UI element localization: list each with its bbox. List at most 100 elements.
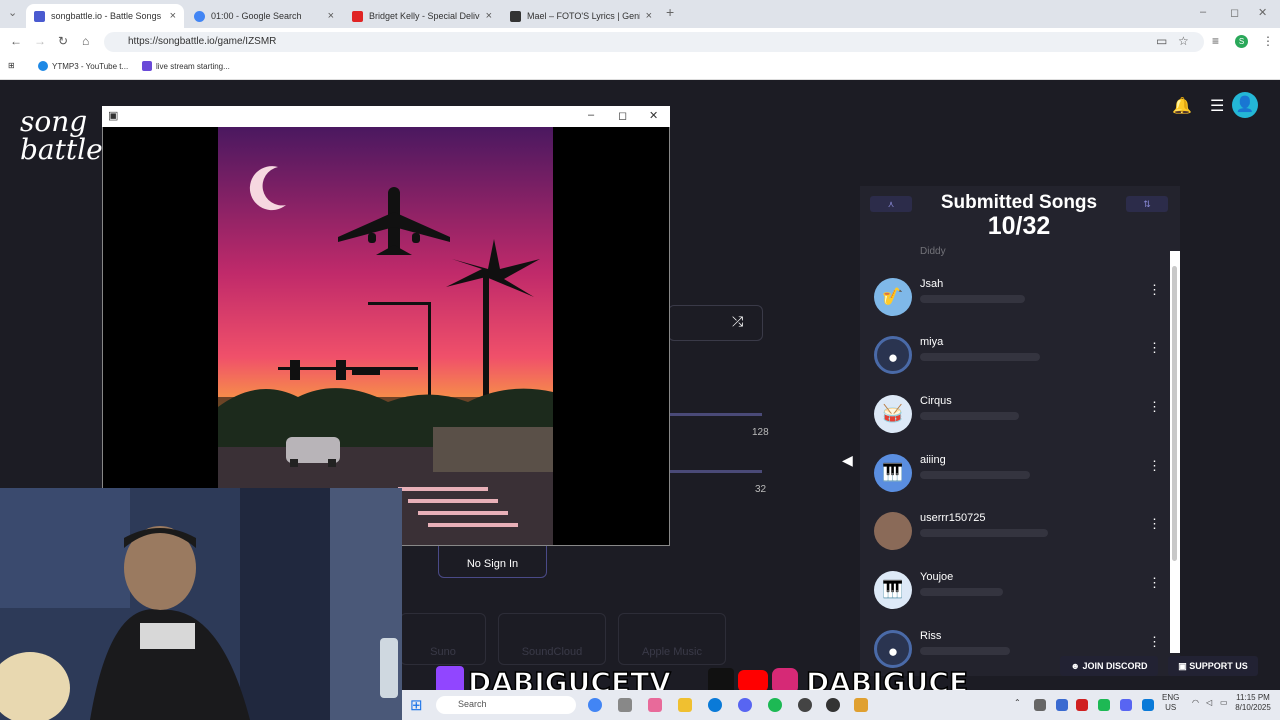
song-row[interactable]: 🎹 Youjoe ⋮ bbox=[872, 571, 1162, 619]
song-row[interactable]: 🎷 Jsah ⋮ bbox=[872, 278, 1162, 326]
more-options-icon[interactable]: ⋮ bbox=[1148, 399, 1161, 415]
bluetooth-icon[interactable] bbox=[1142, 699, 1154, 711]
minimize-window-icon[interactable]: – bbox=[1200, 6, 1206, 18]
screen: songbattle.io - Battle Songs ag × 01:00 … bbox=[0, 0, 1280, 720]
bookmark-live-stream[interactable]: live stream starting... bbox=[142, 61, 230, 71]
app-icon[interactable] bbox=[648, 698, 662, 712]
popup-close-icon[interactable]: ✕ bbox=[649, 109, 658, 122]
tray-app-icon[interactable] bbox=[1034, 699, 1046, 711]
song-row[interactable]: ● miya ⋮ bbox=[872, 336, 1162, 384]
close-window-icon[interactable]: ✕ bbox=[1258, 6, 1267, 19]
round-size-slider[interactable] bbox=[668, 413, 762, 416]
hamburger-menu-icon[interactable]: ☰ bbox=[1210, 96, 1224, 116]
tab-youtube[interactable]: Bridget Kelly - Special Delivery × bbox=[344, 4, 500, 28]
second-slider[interactable] bbox=[668, 470, 762, 473]
song-user-name: Riss bbox=[920, 630, 942, 642]
collapse-panel-arrow-icon[interactable]: ◀ bbox=[842, 452, 853, 469]
song-title-placeholder bbox=[920, 647, 1010, 655]
home-icon[interactable]: ⌂ bbox=[82, 34, 89, 48]
camera-app-icon[interactable] bbox=[826, 698, 840, 712]
tab-title: Mael – FOTO'S Lyrics | Genius L bbox=[527, 11, 640, 21]
tray-app-icon[interactable] bbox=[1120, 699, 1132, 711]
song-title-placeholder bbox=[920, 529, 1048, 537]
song-row[interactable]: 🎹 aiiing ⋮ bbox=[872, 454, 1162, 502]
battery-icon[interactable]: ▭ bbox=[1220, 698, 1228, 708]
spotify-icon[interactable] bbox=[768, 698, 782, 712]
songs-scrollbar-thumb[interactable] bbox=[1172, 266, 1177, 561]
file-explorer-icon[interactable] bbox=[678, 698, 692, 712]
apps-grid-icon[interactable]: ⊞ bbox=[8, 61, 15, 70]
settings-icon[interactable] bbox=[618, 698, 632, 712]
song-row[interactable]: 🥁 Cirqus ⋮ bbox=[872, 395, 1162, 443]
windows-start-icon[interactable]: ⊞ bbox=[410, 696, 423, 714]
profile-icon[interactable]: S bbox=[1235, 35, 1248, 48]
maximize-window-icon[interactable]: ◻ bbox=[1230, 6, 1239, 19]
join-discord-button[interactable]: ☻ JOIN DISCORD bbox=[1060, 656, 1158, 676]
tab-search-icon[interactable]: ⌄ bbox=[8, 6, 17, 19]
reload-icon[interactable]: ↻ bbox=[58, 34, 68, 48]
url-input[interactable]: https://songbattle.io/game/IZSMR bbox=[104, 32, 1204, 52]
bookmark-label: live stream starting... bbox=[156, 61, 230, 71]
user-photo-icon bbox=[874, 512, 912, 550]
submitted-songs-title: Submitted Songs bbox=[940, 192, 1098, 213]
support-icon: ▣ bbox=[1178, 661, 1190, 671]
popup-minimize-icon[interactable]: – bbox=[588, 109, 594, 121]
soundcloud-option[interactable]: SoundCloud bbox=[498, 613, 606, 665]
region-code: US bbox=[1165, 703, 1177, 712]
edge-icon[interactable] bbox=[708, 698, 722, 712]
tab-genius[interactable]: Mael – FOTO'S Lyrics | Genius L × bbox=[502, 4, 660, 28]
close-icon[interactable]: × bbox=[486, 10, 492, 22]
tray-overflow-icon[interactable]: ⌃ bbox=[1014, 698, 1021, 708]
forward-icon[interactable]: → bbox=[34, 34, 46, 48]
shuffle-icon[interactable]: ⤮ bbox=[732, 313, 743, 330]
language-indicator[interactable]: ENG US bbox=[1162, 693, 1179, 713]
wifi-icon[interactable]: ◠ bbox=[1192, 698, 1199, 708]
shuffle-control[interactable] bbox=[668, 305, 763, 341]
ghost-song-row: Diddy bbox=[876, 246, 1156, 268]
tray-app-icon[interactable] bbox=[1098, 699, 1110, 711]
bookmark-ytmp3[interactable]: YTMP3 - YouTube t... bbox=[38, 61, 128, 71]
bookmark-star-icon[interactable]: ☆ bbox=[1178, 34, 1189, 48]
close-icon[interactable]: × bbox=[170, 10, 176, 22]
streamer-webcam bbox=[0, 488, 402, 720]
more-options-icon[interactable]: ⋮ bbox=[1148, 458, 1161, 474]
songbattle-logo[interactable]: song battle. bbox=[20, 108, 112, 164]
taskbar-search-input[interactable]: Search bbox=[436, 696, 576, 714]
song-user-name: miya bbox=[920, 336, 944, 348]
cast-icon[interactable]: ▭ bbox=[1156, 34, 1167, 48]
more-options-icon[interactable]: ⋮ bbox=[1148, 516, 1161, 532]
popup-maximize-icon[interactable]: ◻ bbox=[618, 109, 627, 122]
song-row[interactable]: userrr150725 ⋮ bbox=[872, 512, 1162, 560]
notification-bell-icon[interactable]: 🔔 bbox=[1172, 96, 1192, 116]
tab-title: songbattle.io - Battle Songs ag bbox=[51, 11, 164, 21]
sign-in-label: No Sign In bbox=[466, 558, 519, 570]
user-account-icon[interactable]: 👤 bbox=[1232, 92, 1258, 118]
tab-google-search[interactable]: 01:00 - Google Search × bbox=[186, 4, 342, 28]
tab-songbattle[interactable]: songbattle.io - Battle Songs ag × bbox=[26, 4, 184, 28]
more-options-icon[interactable]: ⋮ bbox=[1148, 575, 1161, 591]
tray-app-icon[interactable] bbox=[1056, 699, 1068, 711]
new-tab-button[interactable]: + bbox=[666, 4, 674, 20]
clock[interactable]: 11:15 PM 8/10/2025 bbox=[1232, 693, 1274, 713]
popup-title-bar[interactable] bbox=[102, 106, 670, 127]
close-icon[interactable]: × bbox=[646, 10, 652, 22]
reading-list-icon[interactable]: ≡ bbox=[1212, 34, 1219, 48]
more-menu-icon[interactable]: ⋮ bbox=[1262, 34, 1274, 48]
discord-taskbar-icon[interactable] bbox=[738, 698, 752, 712]
chrome-icon[interactable] bbox=[588, 698, 602, 712]
suno-option[interactable]: Suno bbox=[400, 613, 486, 665]
notes-icon[interactable] bbox=[854, 698, 868, 712]
close-icon[interactable]: × bbox=[328, 10, 334, 22]
google-favicon-icon bbox=[194, 10, 205, 22]
song-title-placeholder bbox=[920, 353, 1040, 361]
apple-music-option[interactable]: Apple Music bbox=[618, 613, 726, 665]
support-us-button[interactable]: ▣ SUPPORT US bbox=[1168, 656, 1258, 676]
tray-app-icon[interactable] bbox=[1076, 699, 1088, 711]
more-options-icon[interactable]: ⋮ bbox=[1148, 340, 1161, 356]
more-options-icon[interactable]: ⋮ bbox=[1148, 282, 1161, 298]
volume-icon[interactable]: ◁ bbox=[1206, 698, 1212, 708]
more-options-icon[interactable]: ⋮ bbox=[1148, 634, 1161, 650]
obs-icon[interactable] bbox=[798, 698, 812, 712]
discord-icon: ☻ bbox=[1070, 661, 1083, 671]
back-icon[interactable]: ← bbox=[10, 34, 22, 48]
